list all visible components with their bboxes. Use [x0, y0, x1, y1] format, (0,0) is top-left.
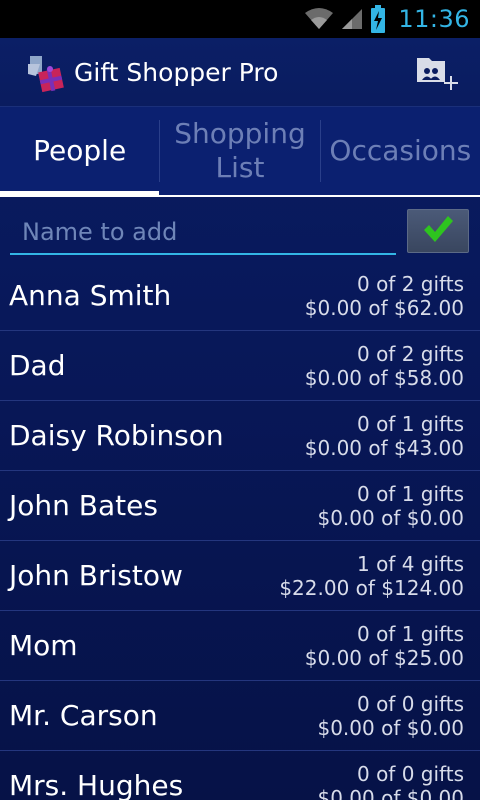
list-item[interactable]: Anna Smith 0 of 2 gifts $0.00 of $62.00 — [0, 261, 480, 331]
list-item[interactable]: Mom 0 of 1 gifts $0.00 of $25.00 — [0, 611, 480, 681]
spend-total: $0.00 of $62.00 — [304, 296, 464, 320]
person-name: Mom — [9, 629, 78, 662]
add-person-button[interactable] — [407, 209, 469, 253]
spend-total: $0.00 of $58.00 — [304, 366, 464, 390]
spend-total: $0.00 of $43.00 — [304, 436, 464, 460]
gift-count: 0 of 0 gifts — [356, 762, 464, 786]
spend-total: $0.00 of $0.00 — [317, 506, 464, 530]
gift-shopper-app-icon — [24, 52, 66, 94]
person-name: John Bates — [9, 489, 158, 522]
list-item[interactable]: Daisy Robinson 0 of 1 gifts $0.00 of $43… — [0, 401, 480, 471]
list-item[interactable]: Mrs. Hughes 0 of 0 gifts $0.00 of $0.00 — [0, 751, 480, 800]
gift-count: 0 of 1 gifts — [356, 622, 464, 646]
tab-occasions[interactable]: Occasions — [321, 107, 480, 195]
status-time: 11:36 — [398, 5, 470, 33]
tab-people[interactable]: People — [0, 107, 160, 197]
status-bar: 11:36 — [0, 0, 480, 38]
person-name: John Bristow — [9, 559, 183, 592]
gift-count: 0 of 0 gifts — [356, 692, 464, 716]
person-name: Mr. Carson — [9, 699, 158, 732]
signal-icon — [340, 7, 364, 31]
spend-total: $0.00 of $25.00 — [304, 646, 464, 670]
tab-people-label: People — [33, 134, 127, 167]
person-name: Dad — [9, 349, 66, 382]
person-name: Daisy Robinson — [9, 419, 224, 452]
gift-count: 0 of 2 gifts — [356, 272, 464, 296]
add-group-button[interactable] — [414, 52, 462, 96]
spend-total: $22.00 of $124.00 — [279, 576, 464, 600]
gift-count: 0 of 2 gifts — [356, 342, 464, 366]
person-name: Mrs. Hughes — [9, 769, 184, 800]
person-name: Anna Smith — [9, 279, 172, 312]
gift-count: 0 of 1 gifts — [356, 412, 464, 436]
add-group-icon — [415, 52, 461, 96]
tab-shopping-list-label: Shopping List — [174, 117, 306, 184]
app-title: Gift Shopper Pro — [74, 58, 279, 87]
gift-count: 0 of 1 gifts — [356, 482, 464, 506]
list-item[interactable]: John Bristow 1 of 4 gifts $22.00 of $124… — [0, 541, 480, 611]
gift-count: 1 of 4 gifts — [356, 552, 464, 576]
tab-bar: People Shopping List Occasions — [0, 107, 480, 197]
tab-shopping-list[interactable]: Shopping List — [160, 107, 319, 195]
list-item[interactable]: John Bates 0 of 1 gifts $0.00 of $0.00 — [0, 471, 480, 541]
spend-total: $0.00 of $0.00 — [317, 786, 464, 800]
name-to-add-input[interactable] — [10, 211, 396, 255]
spend-total: $0.00 of $0.00 — [317, 716, 464, 740]
list-item[interactable]: Mr. Carson 0 of 0 gifts $0.00 of $0.00 — [0, 681, 480, 751]
action-bar: Gift Shopper Pro — [0, 38, 480, 107]
list-item[interactable]: Dad 0 of 2 gifts $0.00 of $58.00 — [0, 331, 480, 401]
battery-charging-icon — [370, 5, 386, 33]
tab-occasions-label: Occasions — [329, 134, 472, 167]
wifi-icon — [304, 7, 334, 31]
screen: 11:36 Gift Shopper Pro People Shopping L… — [0, 0, 480, 800]
people-list: Anna Smith 0 of 2 gifts $0.00 of $62.00 … — [0, 261, 480, 800]
add-person-row — [0, 199, 480, 261]
checkmark-icon — [422, 214, 454, 248]
